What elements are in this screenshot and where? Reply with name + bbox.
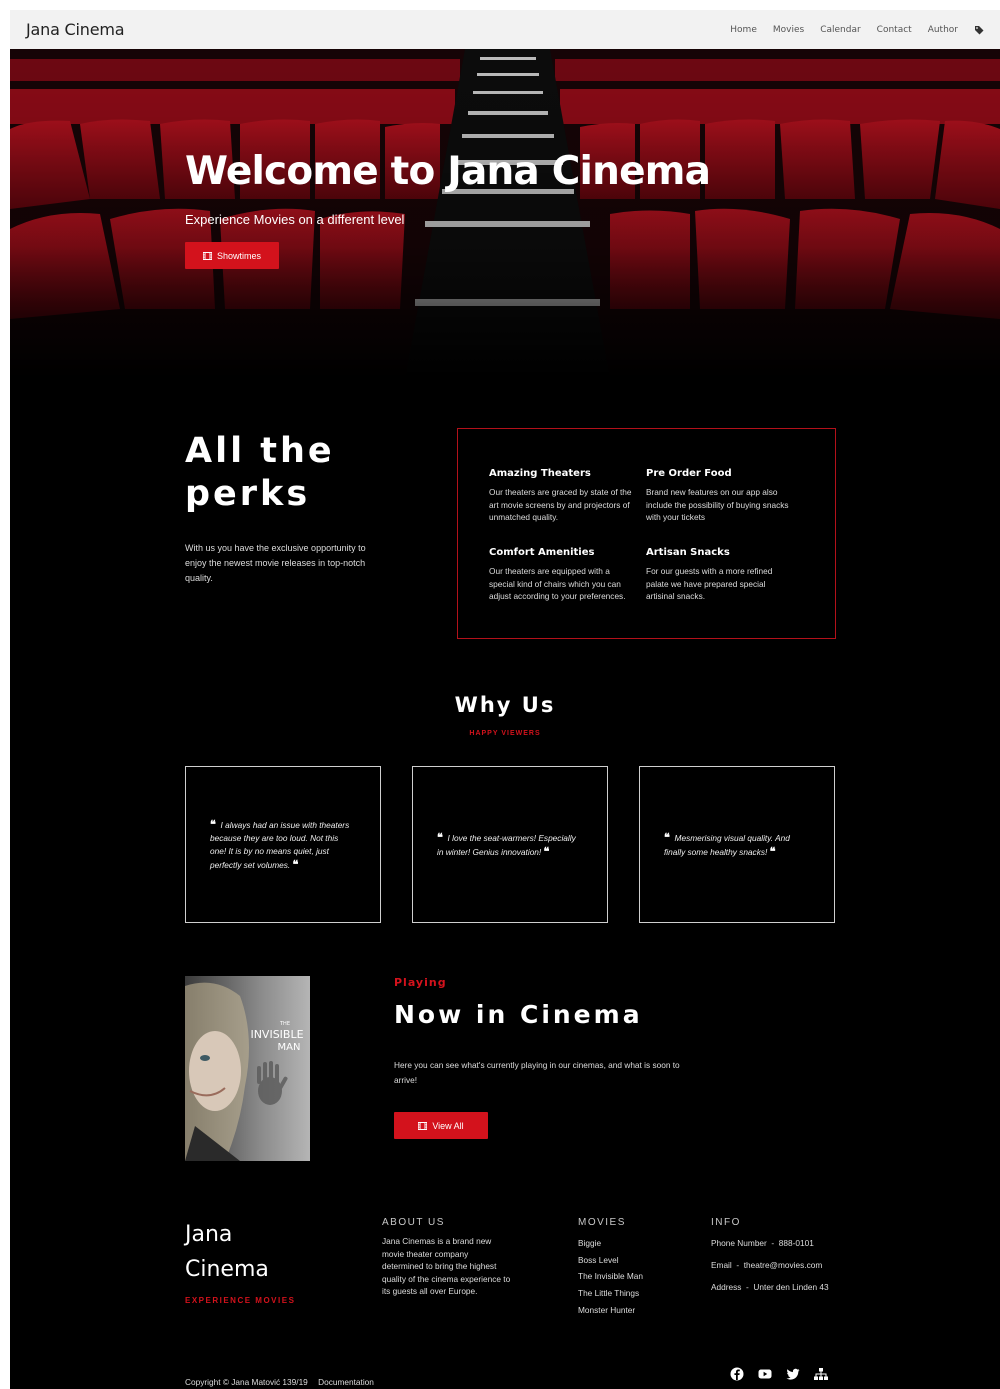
hero-subtitle: Experience Movies on a different level xyxy=(185,212,405,227)
perk-title: Amazing Theaters xyxy=(489,468,591,479)
footer-movie-link[interactable]: The Invisible Man xyxy=(578,1268,643,1285)
view-all-button-label: View All xyxy=(432,1120,464,1131)
quote-open-icon: ❝ xyxy=(437,830,443,844)
perk-title: Comfort Amenities xyxy=(489,547,595,558)
nav-home-link[interactable]: Home xyxy=(730,25,757,35)
quote-close-icon: ❝ xyxy=(292,857,299,871)
perks-description: With us you have the exclusive opportuni… xyxy=(185,543,366,583)
footer-address: Address - Unter den Linden 43 xyxy=(711,1282,829,1292)
footer-movies-list: Biggie Boss Level The Invisible Man The … xyxy=(578,1235,643,1319)
footer-movie-link[interactable]: Boss Level xyxy=(578,1252,643,1269)
copyright-text: Copyright © Jana Matović 139/19 xyxy=(185,1377,308,1387)
nav-calendar-link[interactable]: Calendar xyxy=(820,25,860,35)
film-icon xyxy=(418,1121,428,1130)
quote-open-icon: ❝ xyxy=(664,830,670,844)
nav-movies-link[interactable]: Movies xyxy=(773,25,804,35)
social-links xyxy=(730,1367,828,1381)
perks-title-line1: All the xyxy=(185,431,335,471)
documentation-link[interactable]: Documentation xyxy=(318,1377,374,1387)
page: Jana Cinema Home Movies Calendar Contact… xyxy=(10,10,1000,1389)
movie-poster[interactable]: THE INVISIBLE MAN xyxy=(185,976,310,1161)
footer-movie-link[interactable]: Biggie xyxy=(578,1235,643,1252)
brand-logo[interactable]: Jana Cinema xyxy=(26,20,125,39)
quote-close-icon: ❝ xyxy=(543,844,550,858)
footer-tagline: EXPERIENCE MOVIES xyxy=(185,1296,296,1305)
footer-about-text: Jana Cinemas is a brand new movie theate… xyxy=(382,1236,511,1297)
perks-box: Amazing Theaters Our theaters are graced… xyxy=(457,428,836,639)
perk-artisan-snacks: Artisan Snacks For our guests with a mor… xyxy=(646,547,794,603)
testimonial-text: ❝ I love the seat-warmers! Especially in… xyxy=(437,831,583,859)
nav-author-link[interactable]: Author xyxy=(928,25,958,35)
why-us-title: Why Us xyxy=(454,693,556,717)
hero-theater-background xyxy=(10,49,1000,379)
nav-contact-link[interactable]: Contact xyxy=(877,25,912,35)
footer-brand-line1: Jana xyxy=(185,1222,233,1247)
footer-brand: Jana Cinema xyxy=(185,1217,269,1287)
footer-brand-line2: Cinema xyxy=(185,1257,269,1282)
perk-comfort-amenities: Comfort Amenities Our theaters are equip… xyxy=(489,547,637,603)
youtube-icon[interactable] xyxy=(758,1367,772,1381)
showtimes-button-label: Showtimes xyxy=(216,250,261,261)
hero-section: Welcome to Jana Cinema Experience Movies… xyxy=(10,49,1000,379)
hero-title: Welcome to Jana Cinema xyxy=(185,149,711,194)
poster-art: THE INVISIBLE MAN xyxy=(185,976,310,1161)
top-navbar: Jana Cinema Home Movies Calendar Contact… xyxy=(10,10,1000,49)
twitter-icon[interactable] xyxy=(786,1367,800,1381)
perk-title: Pre Order Food xyxy=(646,468,732,479)
quote-body: I love the seat-warmers! Especially in w… xyxy=(437,832,576,857)
perk-text: Brand new features on our app also inclu… xyxy=(646,487,789,522)
footer-movie-link[interactable]: The Little Things xyxy=(578,1285,643,1302)
poster-title-line1: THE xyxy=(279,1021,290,1027)
footer-info-heading: INFO xyxy=(711,1217,741,1228)
playing-label: Playing xyxy=(394,976,447,989)
testimonial-text: ❝ I always had an issue with theaters be… xyxy=(210,818,356,872)
why-us-subtitle: HAPPY VIEWERS xyxy=(469,730,541,737)
perk-text: Our theaters are equipped with a special… xyxy=(489,566,626,601)
testimonial-card: ❝ Mesmerising visual quality. And finall… xyxy=(639,766,835,923)
perk-pre-order-food: Pre Order Food Brand new features on our… xyxy=(646,468,794,524)
footer-movies-heading: MOVIES xyxy=(578,1217,626,1228)
perks-title: All the perks xyxy=(185,430,335,516)
copyright: Copyright © Jana Matović 139/19 Document… xyxy=(185,1377,374,1387)
sitemap-icon[interactable] xyxy=(814,1367,828,1381)
footer-movie-link[interactable]: Monster Hunter xyxy=(578,1302,643,1319)
quote-close-icon: ❝ xyxy=(769,844,776,858)
perks-title-line2: perks xyxy=(185,474,311,514)
now-in-cinema-description: Here you can see what's currently playin… xyxy=(394,1060,680,1085)
footer-email[interactable]: Email - theatre@movies.com xyxy=(711,1254,829,1276)
nav-menu: Home Movies Calendar Contact Author xyxy=(730,25,984,35)
poster-title-line2: INVISIBLE xyxy=(250,1028,303,1041)
now-in-cinema-title: Now in Cinema xyxy=(394,1000,643,1029)
testimonial-card: ❝ I love the seat-warmers! Especially in… xyxy=(412,766,608,923)
perk-amazing-theaters: Amazing Theaters Our theaters are graced… xyxy=(489,468,637,524)
facebook-icon[interactable] xyxy=(730,1367,744,1381)
testimonial-text: ❝ Mesmerising visual quality. And finall… xyxy=(664,831,810,859)
showtimes-button[interactable]: Showtimes xyxy=(185,242,279,269)
poster-title-line3: MAN xyxy=(278,1042,301,1053)
perk-text: Our theaters are graced by state of the … xyxy=(489,487,632,522)
film-icon xyxy=(202,251,212,260)
view-all-button[interactable]: View All xyxy=(394,1112,488,1139)
quote-open-icon: ❝ xyxy=(210,817,216,831)
tag-icon[interactable] xyxy=(974,25,984,35)
testimonial-card: ❝ I always had an issue with theaters be… xyxy=(185,766,381,923)
footer-about-heading: ABOUT US xyxy=(382,1217,445,1228)
footer-phone: Phone Number - 888-0101 xyxy=(711,1238,814,1248)
footer-info-list: Phone Number - 888-0101 Email - theatre@… xyxy=(711,1232,829,1298)
quote-body: I always had an issue with theaters beca… xyxy=(210,819,350,870)
perk-text: For our guests with a more refined palat… xyxy=(646,566,773,601)
perk-title: Artisan Snacks xyxy=(646,547,730,558)
